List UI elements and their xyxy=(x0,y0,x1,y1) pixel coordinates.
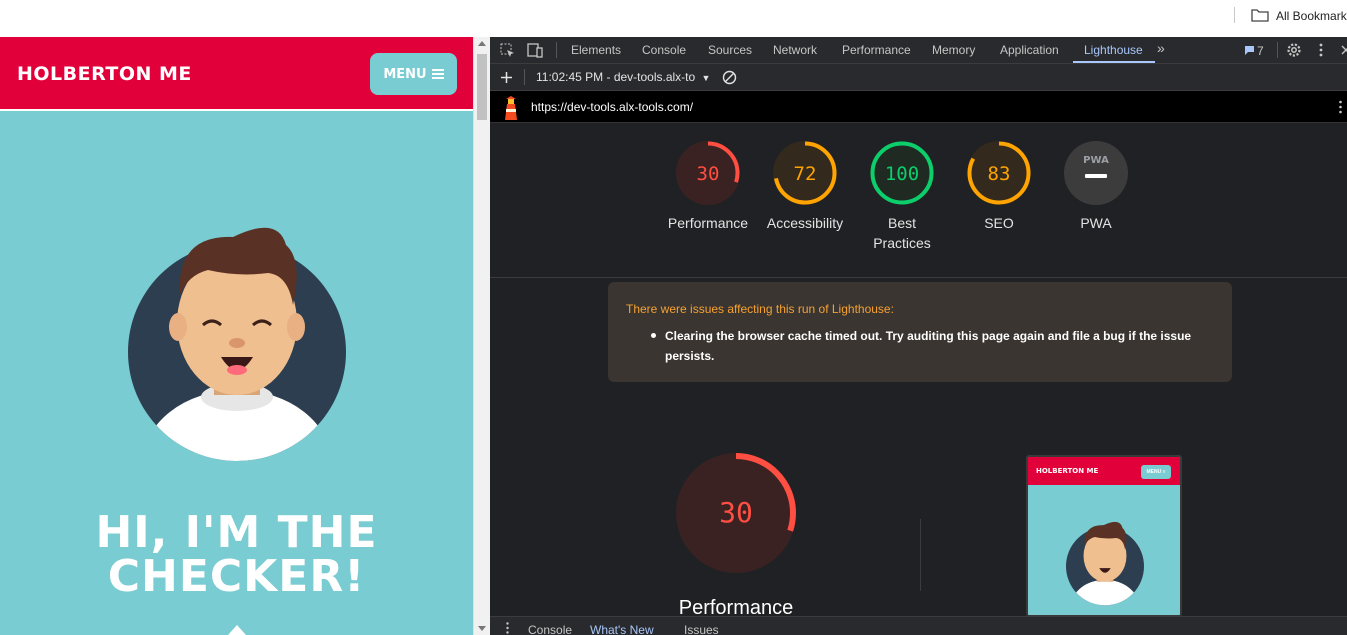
devtools-panel: Elements Console Sources Network Perform… xyxy=(490,37,1347,635)
gauge-ring: 100 xyxy=(870,141,934,205)
thumbnail-avatar xyxy=(1066,521,1144,606)
performance-detail-gauge: 30 xyxy=(676,453,796,573)
audited-url: https://dev-tools.alx-tools.com/ xyxy=(531,100,694,114)
tab-sources[interactable]: Sources xyxy=(708,43,752,57)
scroll-down-arrow-icon[interactable] xyxy=(478,626,486,631)
devtools-drawer: Console What's New Issues xyxy=(490,616,1347,635)
lighthouse-toolbar: 11:02:45 PM - dev-tools.alx-to ▼ xyxy=(490,64,1347,91)
gauge-ring: 72 xyxy=(773,141,837,205)
gauge-score: 100 xyxy=(885,163,919,185)
bookmarks-bar: All Bookmarks xyxy=(0,0,1347,37)
avatar-illustration xyxy=(128,227,346,461)
page-screenshot-thumbnail[interactable]: HOLBERTON ME MENU ≡ xyxy=(1026,455,1182,617)
gauge-score: 30 xyxy=(697,163,720,185)
gauge-ring: 30 xyxy=(676,141,740,205)
devtools-tabbar: Elements Console Sources Network Perform… xyxy=(490,37,1347,64)
scroll-up-arrow-icon[interactable] xyxy=(478,41,486,46)
menu-button-label: MENU xyxy=(383,66,427,82)
url-options-kebab-icon[interactable] xyxy=(1338,100,1343,114)
gauge-score: 72 xyxy=(794,163,817,185)
close-devtools-icon[interactable] xyxy=(1341,45,1347,55)
run-warning-box: There were issues affecting this run of … xyxy=(608,282,1232,382)
thumbnail-menu-button: MENU ≡ xyxy=(1141,465,1171,479)
pwa-dash xyxy=(1085,174,1107,178)
site-brand[interactable]: HOLBERTON ME xyxy=(17,63,192,85)
warning-bullet xyxy=(651,333,656,338)
performance-detail-score: 30 xyxy=(719,496,753,529)
tab-lighthouse[interactable]: Lighthouse xyxy=(1084,43,1143,57)
pwa-badge-icon: PWA xyxy=(1083,155,1109,166)
issues-count: 7 xyxy=(1257,44,1264,58)
tabbar-divider-2 xyxy=(1277,42,1278,58)
gauge-best-practices[interactable]: 100 Best Practices xyxy=(852,141,952,253)
scrollbar-thumb[interactable] xyxy=(477,54,487,120)
audited-url-bar: https://dev-tools.alx-tools.com/ xyxy=(490,91,1347,123)
toolbar-divider xyxy=(524,69,525,85)
warning-item: Clearing the browser cache timed out. Tr… xyxy=(665,329,1192,363)
tab-memory[interactable]: Memory xyxy=(932,43,975,57)
report-divider xyxy=(490,277,1347,278)
menu-button[interactable]: MENU xyxy=(370,53,457,95)
gauge-accessibility[interactable]: 72 Accessibility xyxy=(755,141,855,233)
gauge-pwa[interactable]: PWA PWA xyxy=(1046,141,1146,233)
gauge-label: Best Practices xyxy=(873,215,931,251)
hero-title: HI, I'M THE CHECKER! xyxy=(0,511,473,599)
bookmarks-separator xyxy=(1234,7,1235,23)
drawer-menu-kebab-icon[interactable] xyxy=(505,622,510,634)
report-selector-dropdown[interactable]: 11:02:45 PM - dev-tools.alx-to ▼ xyxy=(536,70,710,84)
issues-counter[interactable]: 7 xyxy=(1244,44,1264,58)
tab-elements[interactable]: Elements xyxy=(571,43,621,57)
more-tabs-chevron-icon[interactable]: » xyxy=(1157,40,1165,56)
warning-title: There were issues affecting this run of … xyxy=(626,302,894,316)
gauge-label: PWA xyxy=(1080,215,1112,231)
clear-reports-icon[interactable] xyxy=(722,70,737,85)
active-tab-indicator xyxy=(1073,61,1155,63)
lighthouse-logo-icon xyxy=(505,96,517,120)
tab-network[interactable]: Network xyxy=(773,43,817,57)
gauge-seo[interactable]: 83 SEO xyxy=(949,141,1049,233)
tab-console[interactable]: Console xyxy=(642,43,686,57)
gauge-label: SEO xyxy=(984,215,1014,231)
message-icon xyxy=(1245,46,1254,55)
gauge-background xyxy=(1064,141,1128,205)
drawer-tab-whats-new[interactable]: What's New xyxy=(590,623,654,635)
thumbnail-brand: HOLBERTON ME xyxy=(1036,467,1099,475)
report-selector-value: 11:02:45 PM - dev-tools.alx-to xyxy=(536,70,696,84)
lighthouse-report: 30 Performance 72 Accessibility 100 Best Prac… xyxy=(490,123,1347,619)
viewport-scrollbar[interactable] xyxy=(473,37,490,635)
hamburger-icon xyxy=(431,69,444,79)
drawer-tab-console[interactable]: Console xyxy=(528,623,572,635)
settings-gear-icon[interactable] xyxy=(1286,42,1302,58)
gauge-ring: PWA xyxy=(1064,141,1128,205)
detail-divider xyxy=(920,519,921,591)
all-bookmarks-link[interactable]: All Bookmarks xyxy=(1276,9,1347,23)
thumbnail-header: HOLBERTON ME MENU ≡ xyxy=(1028,457,1180,485)
tab-performance[interactable]: Performance xyxy=(842,43,911,57)
dropdown-caret-icon: ▼ xyxy=(701,73,711,83)
site-header: HOLBERTON ME MENU xyxy=(0,37,473,111)
device-toolbar-icon[interactable] xyxy=(527,43,543,58)
scroll-arrow-icon[interactable] xyxy=(228,625,246,635)
gauge-ring: 83 xyxy=(967,141,1031,205)
gauge-performance[interactable]: 30 Performance xyxy=(658,141,758,233)
hero-title-line2: CHECKER! xyxy=(107,551,366,602)
tab-application[interactable]: Application xyxy=(1000,43,1059,57)
tabbar-divider xyxy=(556,42,557,58)
drawer-tab-issues[interactable]: Issues xyxy=(684,623,719,635)
folder-icon[interactable] xyxy=(1251,8,1269,22)
gauge-label: Accessibility xyxy=(766,215,844,231)
gauge-score: 83 xyxy=(988,163,1011,185)
website-viewport: HOLBERTON ME MENU HI, I'M THE CHECKER! xyxy=(0,37,473,635)
hero-title-line1: HI, I'M THE xyxy=(95,507,378,558)
new-report-plus-icon[interactable] xyxy=(500,71,513,84)
gauge-label: Performance xyxy=(667,215,749,231)
kebab-menu-icon[interactable] xyxy=(1318,43,1324,57)
inspect-element-icon[interactable] xyxy=(500,43,515,58)
